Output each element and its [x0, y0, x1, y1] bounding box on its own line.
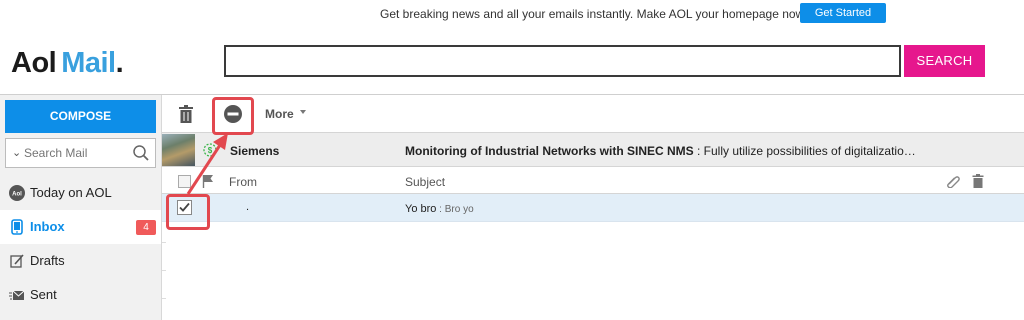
preview-text: : Fully utilize possibilities of digital…	[693, 144, 916, 158]
compose-button[interactable]: COMPOSE	[5, 100, 156, 133]
search-icon[interactable]	[132, 144, 150, 162]
logo-aol-text: Aol	[11, 47, 57, 79]
subject-text: Yo bro	[405, 203, 437, 215]
message-subject: Yo bro : Bro yo	[405, 203, 474, 215]
message-sender: .	[246, 201, 250, 213]
message-subject: Monitoring of Industrial Networks with S…	[405, 144, 935, 158]
divider	[162, 298, 166, 299]
sidebar-item-sent[interactable]: Sent	[0, 278, 161, 312]
column-header-from[interactable]: From	[229, 175, 257, 189]
search-box	[224, 45, 901, 77]
sidebar-item-today-on-aol[interactable]: Aol Today on AOL	[0, 176, 161, 210]
search-input[interactable]	[226, 47, 899, 75]
search-button[interactable]: SEARCH	[904, 45, 985, 77]
get-started-button[interactable]: Get Started	[800, 3, 886, 23]
sidebar-item-label: Drafts	[30, 253, 65, 268]
message-list-header: From Subject	[162, 167, 1024, 194]
message-list-empty-area	[162, 222, 1024, 320]
trash-icon[interactable]	[178, 105, 194, 123]
divider	[162, 242, 166, 243]
unread-count-badge: 4	[136, 220, 156, 235]
sidebar-item-label: Sent	[30, 287, 57, 302]
search-mail-box: ⌄	[5, 138, 156, 168]
tablet-icon	[11, 219, 23, 235]
promo-bar: Get breaking news and all your emails in…	[0, 0, 1024, 28]
logo-mail-text: Mail	[61, 47, 116, 79]
trash-icon	[972, 174, 984, 188]
message-sender: Siemens	[230, 144, 280, 158]
more-menu-button[interactable]: More	[265, 107, 294, 121]
divider	[162, 270, 166, 271]
block-spam-icon[interactable]	[223, 104, 243, 124]
subject-text: Monitoring of Industrial Networks with S…	[405, 144, 694, 158]
paperclip-icon	[947, 176, 960, 188]
sidebar: COMPOSE ⌄ Aol Today on AOL Inbox 4 Draft…	[0, 95, 162, 320]
logo-dot: .	[115, 47, 124, 79]
sponsored-message-row[interactable]: $ Siemens Monitoring of Industrial Netwo…	[162, 133, 1024, 167]
draft-edit-icon	[10, 254, 24, 268]
preview-text: : Bro yo	[436, 204, 474, 215]
sidebar-item-inbox[interactable]: Inbox 4	[0, 210, 161, 244]
message-row[interactable]: . Yo bro : Bro yo	[162, 194, 1024, 222]
sent-mail-icon	[9, 290, 25, 300]
message-toolbar: More	[162, 95, 1024, 133]
chevron-down-icon	[300, 110, 306, 114]
sidebar-item-label: Inbox	[30, 219, 65, 234]
aol-mail-logo[interactable]: Aol Mail.	[11, 44, 124, 82]
callout-arrow-icon	[186, 133, 228, 195]
promo-text: Get breaking news and all your emails in…	[380, 7, 807, 21]
checkmark-icon	[179, 202, 190, 212]
aol-icon: Aol	[9, 185, 25, 201]
search-mail-input[interactable]	[24, 139, 130, 167]
svg-text:Aol: Aol	[12, 192, 22, 198]
sidebar-item-drafts[interactable]: Drafts	[0, 244, 161, 278]
sidebar-item-label: Today on AOL	[30, 185, 112, 200]
column-header-subject[interactable]: Subject	[405, 175, 445, 189]
message-checkbox[interactable]	[177, 200, 192, 215]
chevron-down-icon[interactable]: ⌄	[12, 146, 21, 159]
